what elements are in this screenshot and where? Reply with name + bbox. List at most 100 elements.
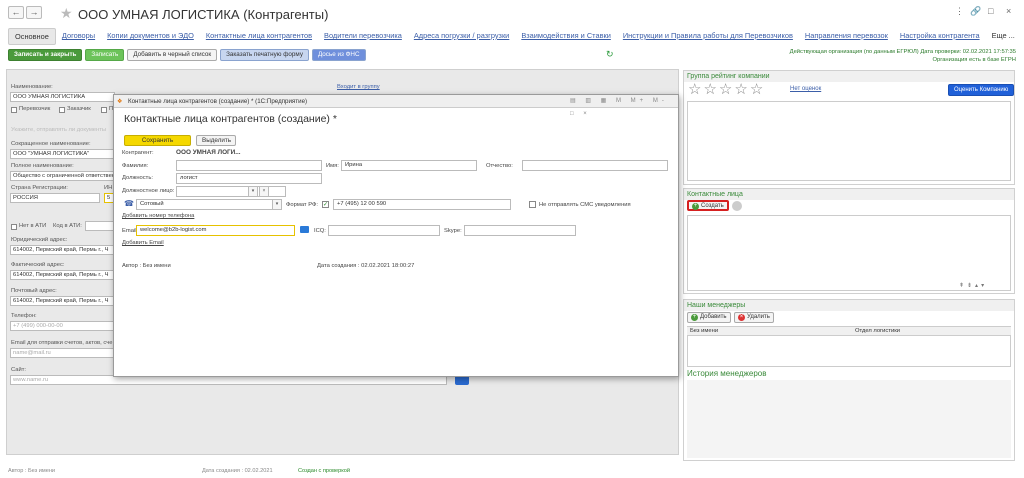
tab-documents-edo[interactable]: Копии документов и ЭДО bbox=[101, 28, 200, 45]
customer-label: Заказчик bbox=[67, 106, 91, 112]
not-in-ati-checkbox[interactable] bbox=[11, 224, 17, 230]
rate-company-button[interactable]: Оценить Компанию bbox=[948, 84, 1015, 96]
icq-field[interactable] bbox=[328, 225, 440, 236]
managers-table[interactable] bbox=[687, 335, 1011, 367]
full-name-field[interactable]: Общество с ограниченной ответственностью bbox=[10, 171, 115, 181]
create-contact-label: Создать bbox=[701, 203, 724, 209]
skype-field[interactable] bbox=[464, 225, 576, 236]
rating-panel: Группа рейтинг компании ☆ ☆ ☆ ☆ ☆ Нет оценок… bbox=[683, 70, 1015, 185]
ati-code-field[interactable] bbox=[85, 221, 114, 231]
forward-button[interactable]: → bbox=[26, 6, 42, 19]
save-and-close-button[interactable]: Записать и закрыть bbox=[8, 49, 83, 61]
add-to-blacklist-button[interactable]: Добавить в черный список bbox=[127, 49, 218, 61]
email-field[interactable]: name@mail.ru bbox=[10, 348, 115, 358]
rating-stars[interactable]: ☆ ☆ ☆ ☆ ☆ bbox=[688, 82, 765, 97]
patronymic-field[interactable] bbox=[522, 160, 668, 171]
legal-address-field[interactable]: 614002, Пермский край, Пермь г., Ч bbox=[10, 245, 115, 255]
legal-address-label: Юридический адрес: bbox=[11, 237, 68, 243]
surname-field[interactable] bbox=[176, 160, 322, 171]
official-dropdown-icon[interactable]: ▾ bbox=[248, 186, 258, 197]
contact-create-dialog: ❖ Контактные лица контрагентов (создание… bbox=[113, 94, 679, 377]
order-print-form-button[interactable]: Заказать печатную форму bbox=[220, 49, 309, 61]
save-button[interactable]: Записать bbox=[85, 49, 125, 61]
maximize-icon[interactable]: □ bbox=[988, 6, 993, 16]
contacts-table[interactable] bbox=[687, 215, 1011, 291]
no-ratings-link[interactable]: Нет оценок bbox=[790, 86, 821, 92]
position-field[interactable]: логист bbox=[176, 173, 322, 184]
footer-created: Дата создания : 02.02.2021 bbox=[202, 468, 273, 474]
refresh-icon[interactable]: ↻ bbox=[606, 49, 614, 60]
tab-addresses[interactable]: Адреса погрузки / разгрузки bbox=[408, 28, 515, 45]
postal-address-label: Почтовый адрес: bbox=[11, 288, 57, 294]
other-checkbox[interactable] bbox=[101, 107, 107, 113]
format-rf-label: Формат РФ: bbox=[286, 202, 319, 208]
actual-address-label: Фактический адрес: bbox=[11, 262, 65, 268]
tab-interactions[interactable]: Взаимодействия и Ставки bbox=[515, 28, 617, 45]
create-contact-button[interactable]: + Создать bbox=[687, 200, 729, 211]
skype-label: Skype: bbox=[444, 228, 462, 234]
star-4-icon[interactable]: ☆ bbox=[734, 82, 747, 97]
fns-dossier-button[interactable]: Досье из ФНС bbox=[311, 49, 366, 61]
email-field[interactable]: welcome@b2b-logist.com bbox=[136, 225, 295, 236]
official-field[interactable] bbox=[176, 186, 286, 197]
actual-address-field[interactable]: 614002, Пермский край, Пермь г., Ч bbox=[10, 270, 115, 280]
dialog-window-controls[interactable]: ▤ ▥ ▦ M M+ M- □ × bbox=[570, 95, 678, 121]
link-icon[interactable]: 🔗 bbox=[970, 6, 981, 17]
close-icon[interactable]: × bbox=[1006, 6, 1011, 16]
back-button[interactable]: ← bbox=[8, 6, 24, 19]
add-phone-link[interactable]: Добавить номер телефона bbox=[122, 213, 194, 219]
delete-contact-icon[interactable] bbox=[732, 201, 742, 211]
dialog-titlebar: ❖ Контактные лица контрагентов (создание… bbox=[114, 95, 678, 117]
more-actions-icon[interactable]: ⋮ bbox=[955, 6, 964, 17]
page-title: ООО УМНАЯ ЛОГИСТИКА (Контрагенты) bbox=[78, 7, 329, 22]
phone-number-field[interactable]: +7 (495) 12 00 590 bbox=[333, 199, 511, 210]
delete-manager-button[interactable]: × Удалить bbox=[734, 312, 774, 323]
carrier-label: Перевозчик bbox=[19, 106, 51, 112]
format-rf-checkbox[interactable]: ✓ bbox=[322, 201, 329, 208]
favorite-star-icon[interactable]: ★ bbox=[60, 5, 73, 22]
name-field[interactable]: ООО УМНАЯ ЛОГИСТИКА bbox=[10, 92, 115, 102]
footer-author: Автор : Без имени bbox=[8, 468, 56, 474]
add-manager-button[interactable]: + Добавить bbox=[687, 312, 731, 323]
dialog-select-button[interactable]: Выделить bbox=[196, 135, 236, 146]
column-name: Без имени bbox=[690, 328, 719, 334]
tab-bar: Основное Договоры Копии документов и ЭДО… bbox=[8, 28, 1021, 45]
short-name-label: Сокращенное наименование: bbox=[11, 141, 91, 147]
counterparty-value[interactable]: ООО УМНАЯ ЛОГИ... bbox=[176, 149, 241, 156]
star-1-icon[interactable]: ☆ bbox=[688, 82, 701, 97]
dialog-save-button[interactable]: Сохранить bbox=[124, 135, 191, 146]
star-5-icon[interactable]: ☆ bbox=[750, 82, 763, 97]
customer-checkbox[interactable] bbox=[59, 107, 65, 113]
group-link[interactable]: Входит в группу bbox=[337, 84, 380, 90]
tab-contracts[interactable]: Договоры bbox=[56, 28, 101, 45]
short-name-field[interactable]: ООО "УМНАЯ ЛОГИСТИКА" bbox=[10, 149, 115, 159]
email-send-icon[interactable] bbox=[300, 226, 309, 233]
dialog-window-title: Контактные лица контрагентов (создание) … bbox=[128, 98, 308, 105]
inn-label: ИН bbox=[104, 185, 113, 191]
tab-settings[interactable]: Настройка контрагента bbox=[894, 28, 986, 45]
plus-icon: + bbox=[692, 203, 699, 210]
phone-type-dropdown-icon[interactable]: ▾ bbox=[272, 199, 282, 210]
country-select[interactable]: РОССИЯ bbox=[10, 193, 100, 203]
rating-comment-area[interactable] bbox=[687, 101, 1011, 181]
tab-directions[interactable]: Направления перевозок bbox=[799, 28, 894, 45]
carrier-checkbox[interactable] bbox=[11, 107, 17, 113]
counterparty-label: Контрагент: bbox=[122, 150, 154, 156]
status-line-1: Действующая организация (по данным ЕГРЮЛ… bbox=[789, 49, 1016, 55]
tab-main[interactable]: Основное bbox=[8, 28, 56, 45]
phone-type-select[interactable]: Сотовый bbox=[136, 199, 282, 210]
table-scroll-controls[interactable]: ⇞⇟▴▾ bbox=[959, 282, 987, 289]
star-3-icon[interactable]: ☆ bbox=[719, 82, 732, 97]
add-email-link[interactable]: Добавить Email bbox=[122, 240, 164, 246]
no-sms-checkbox[interactable] bbox=[529, 201, 536, 208]
dialog-heading: Контактные лица контрагентов (создание) … bbox=[124, 113, 337, 125]
tab-contact-persons[interactable]: Контактные лица контрагентов bbox=[200, 28, 318, 45]
first-name-field[interactable]: Ирина bbox=[341, 160, 477, 171]
tab-drivers[interactable]: Водители перевозчика bbox=[318, 28, 408, 45]
phone-field[interactable]: +7 (499) 000-00-00 bbox=[10, 321, 115, 331]
tab-more-menu[interactable]: Еще ... bbox=[986, 28, 1021, 45]
tab-instructions[interactable]: Инструкции и Правила работы для Перевозч… bbox=[617, 28, 799, 45]
postal-address-field[interactable]: 614002, Пермский край, Пермь г., Ч bbox=[10, 296, 115, 306]
official-clear-icon[interactable]: × bbox=[259, 186, 269, 197]
star-2-icon[interactable]: ☆ bbox=[703, 82, 716, 97]
